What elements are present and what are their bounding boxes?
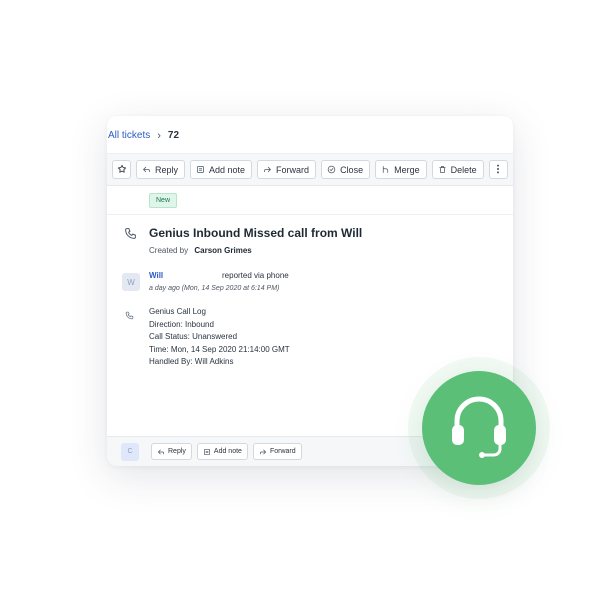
breadcrumb-ticket-id: 72 bbox=[167, 130, 180, 141]
ticket-subject: Genius Inbound Missed call from Will bbox=[149, 226, 363, 240]
footer-forward-button[interactable]: Forward bbox=[252, 443, 302, 460]
delete-label: Delete bbox=[450, 164, 477, 175]
ticket-toolbar: Reply Add note Forward Close Merge Delet… bbox=[107, 153, 513, 186]
forward-label: Forward bbox=[276, 164, 310, 175]
ticket-content: New Genius Inbound Missed call from Will… bbox=[107, 186, 513, 366]
trash-icon bbox=[438, 165, 447, 174]
merge-label: Merge bbox=[394, 164, 420, 175]
phone-icon bbox=[124, 227, 137, 245]
footer-reply-label: Reply bbox=[168, 448, 186, 455]
avatar: C bbox=[121, 442, 139, 461]
support-badge bbox=[422, 371, 536, 485]
reply-button[interactable]: Reply bbox=[136, 160, 186, 179]
close-label: Close bbox=[340, 164, 364, 175]
forward-icon bbox=[259, 448, 267, 456]
merge-button[interactable]: Merge bbox=[375, 160, 427, 179]
created-by-name: Carson Grimes bbox=[194, 246, 252, 255]
created-by-label: Created by bbox=[149, 246, 189, 255]
close-button[interactable]: Close bbox=[321, 160, 371, 179]
phone-icon bbox=[125, 307, 134, 325]
avatar: W bbox=[122, 273, 140, 291]
message-timestamp: a day ago (Mon, 14 Sep 2020 at 6:14 PM) bbox=[149, 285, 280, 292]
star-icon bbox=[117, 164, 127, 176]
breadcrumb: All tickets › 72 bbox=[107, 116, 513, 154]
call-log-line: Call Status: Unanswered bbox=[149, 332, 238, 341]
check-circle-icon bbox=[327, 165, 336, 174]
reply-icon bbox=[142, 165, 151, 174]
note-icon bbox=[203, 448, 211, 456]
call-log-line: Handled By: Will Adkins bbox=[149, 357, 234, 366]
call-log-body: Genius Call Log Direction: Inbound Call … bbox=[149, 306, 290, 369]
sender-name-link[interactable]: Will bbox=[149, 271, 163, 280]
headset-icon bbox=[449, 391, 509, 466]
note-icon bbox=[196, 165, 205, 174]
status-row: New bbox=[107, 186, 513, 215]
star-button[interactable] bbox=[112, 160, 131, 179]
status-badge: New bbox=[149, 193, 178, 208]
call-log-line: Time: Mon, 14 Sep 2020 21:14:00 GMT bbox=[149, 344, 290, 354]
call-log-line: Direction: Inbound bbox=[149, 319, 214, 329]
footer-forward-label: Forward bbox=[269, 448, 296, 455]
footer-add-note-button[interactable]: Add note bbox=[196, 443, 248, 460]
ticket-header: Genius Inbound Missed call from Will Cre… bbox=[107, 215, 513, 259]
delete-button[interactable]: Delete bbox=[431, 160, 484, 179]
reported-via-text: reported via phone bbox=[222, 271, 289, 280]
forward-icon bbox=[263, 165, 272, 174]
footer-reply-button[interactable]: Reply bbox=[151, 443, 192, 460]
footer-add-note-label: Add note bbox=[213, 448, 242, 455]
stage: All tickets › 72 Reply Add note Forward … bbox=[0, 0, 601, 601]
created-by-line: Created by Carson Grimes bbox=[149, 246, 252, 255]
merge-icon bbox=[381, 165, 390, 174]
breadcrumb-all-tickets-link[interactable]: All tickets bbox=[108, 130, 150, 141]
reply-icon bbox=[157, 448, 165, 456]
breadcrumb-separator: › bbox=[157, 129, 161, 142]
more-options-button[interactable] bbox=[488, 160, 508, 179]
add-note-button[interactable]: Add note bbox=[190, 160, 253, 179]
kebab-menu-icon bbox=[496, 164, 500, 176]
forward-button[interactable]: Forward bbox=[257, 160, 317, 179]
call-log-line: Genius Call Log bbox=[149, 307, 206, 316]
add-note-label: Add note bbox=[209, 164, 246, 175]
reply-label: Reply bbox=[155, 164, 179, 175]
